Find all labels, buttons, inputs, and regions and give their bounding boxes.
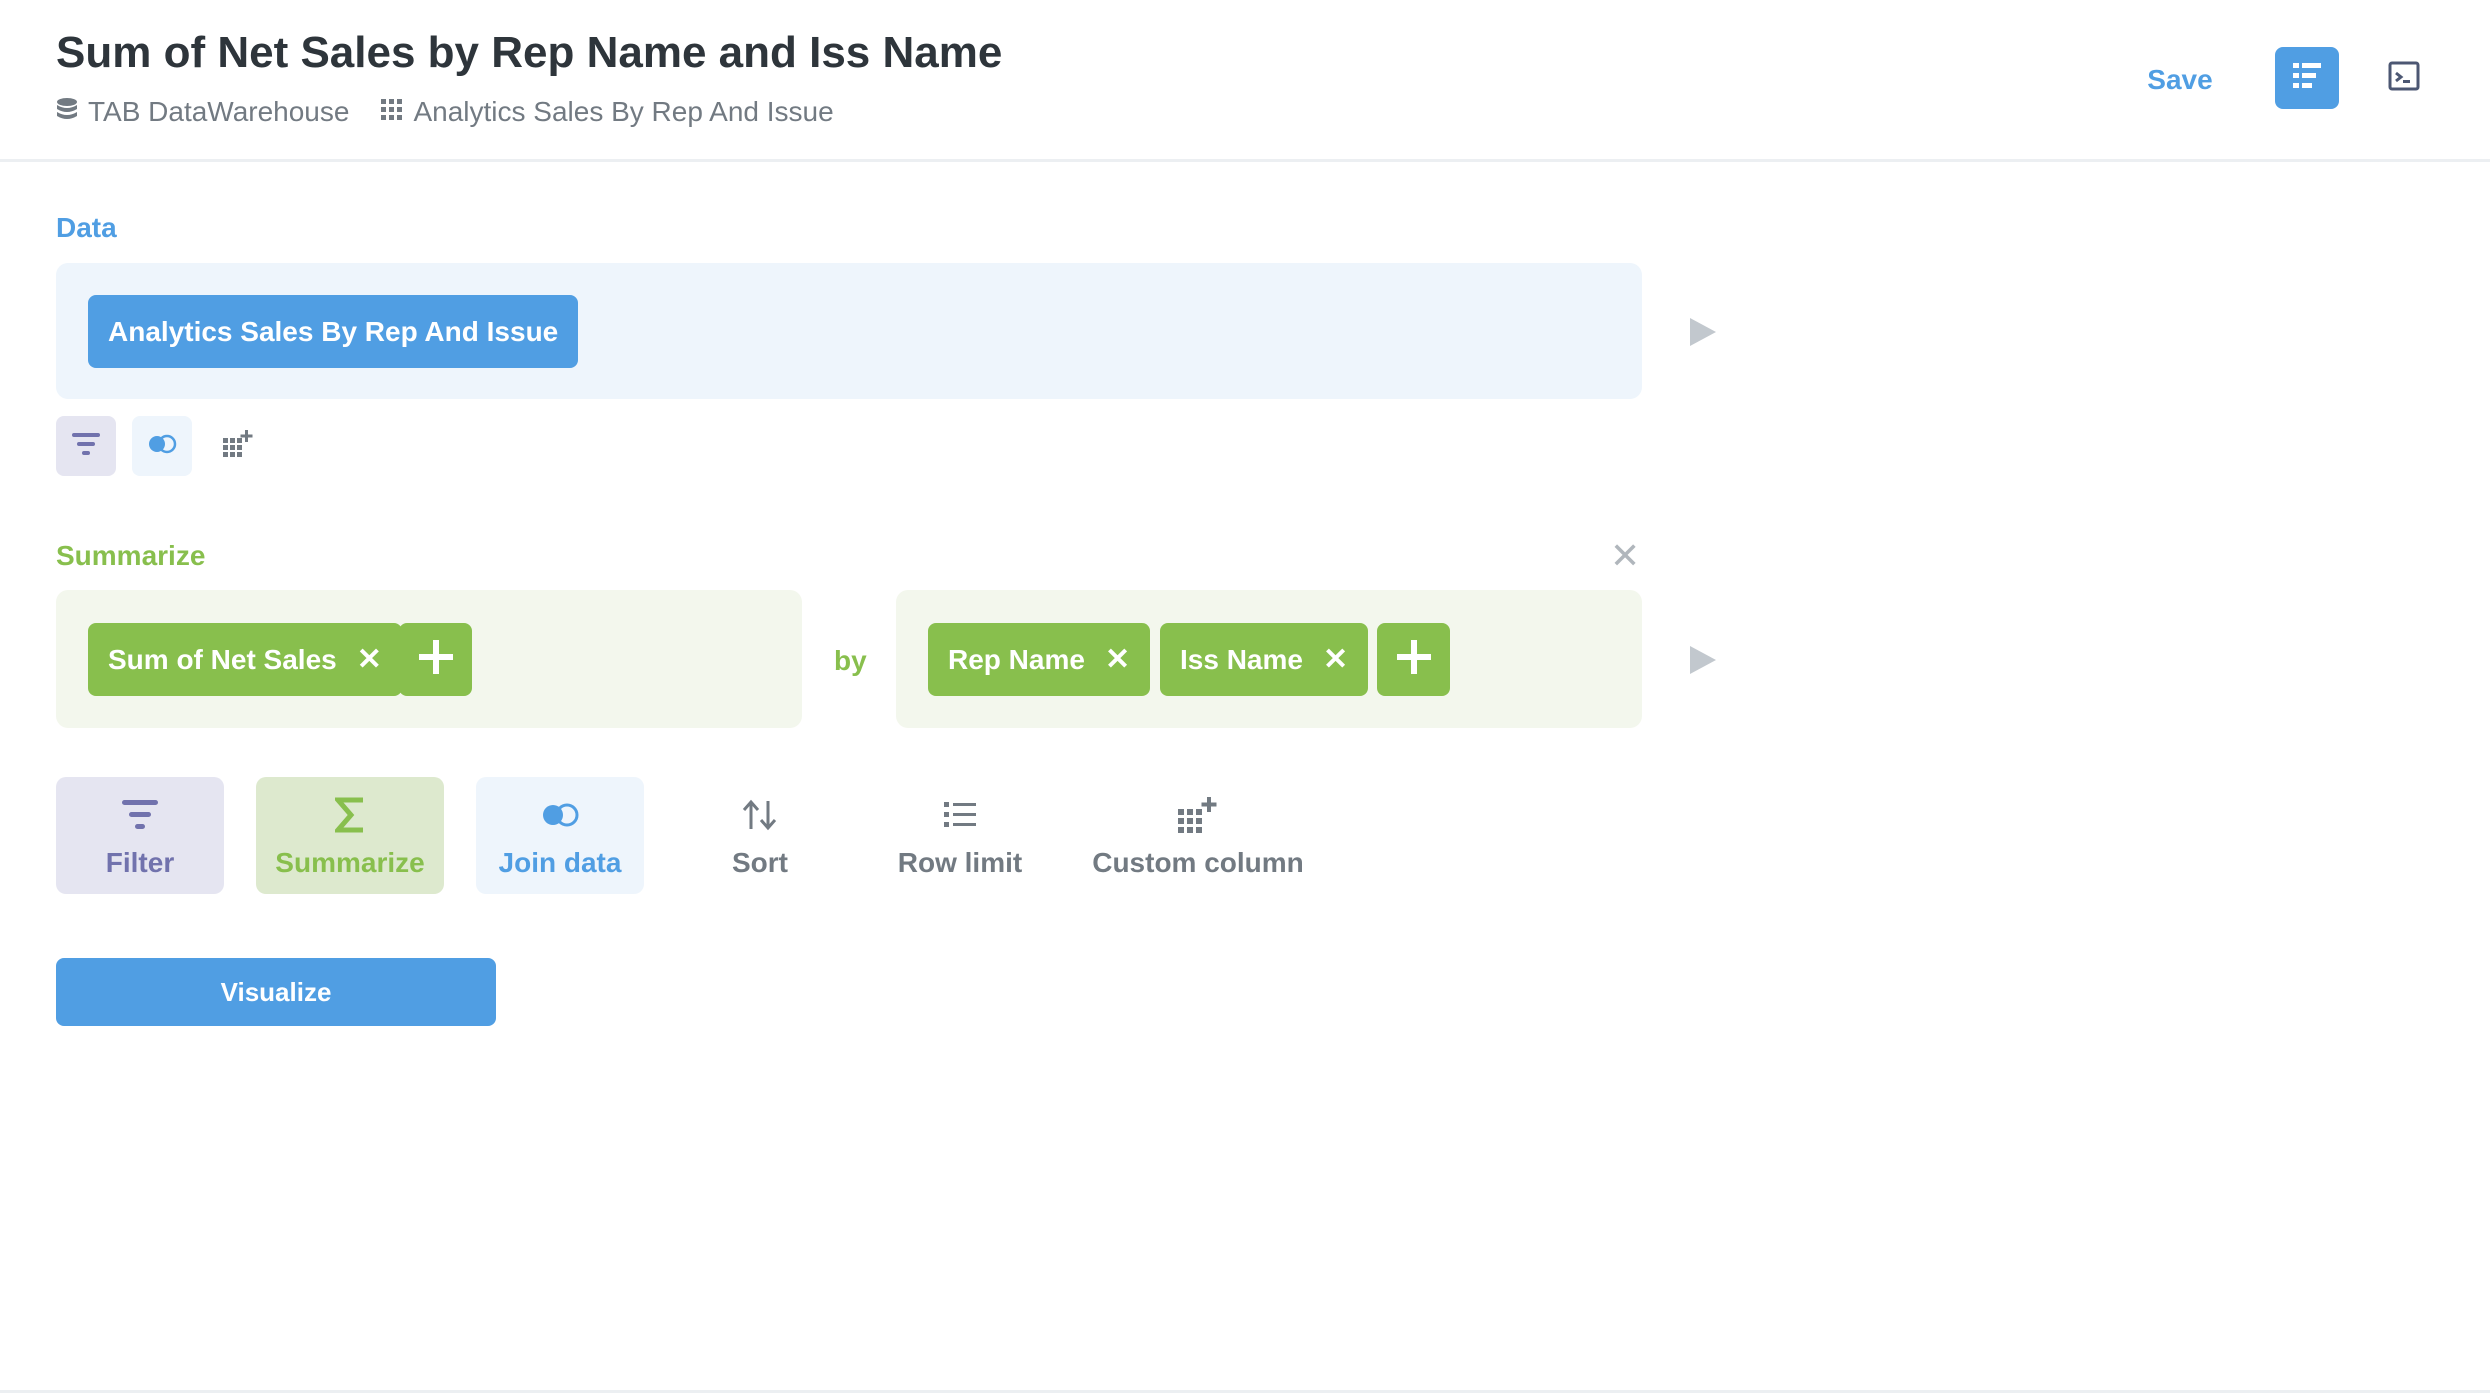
join-action-button[interactable]: Join data [476,777,644,894]
visualize-button[interactable]: Visualize [56,958,496,1026]
join-action-label: Join data [498,846,622,878]
table-name: Analytics Sales By Rep And Issue [413,96,834,127]
plus-icon [418,640,453,679]
add-metric-button[interactable] [399,623,472,696]
bottom-divider [0,1390,2490,1393]
add-breakout-button[interactable] [1377,623,1450,696]
database-name: TAB DataWarehouse [88,96,350,127]
database-icon [56,96,88,128]
data-step-join-button[interactable] [132,416,192,476]
remove-breakout-icon[interactable]: ✕ [1323,644,1348,675]
data-step-custom-column-button[interactable] [208,416,268,476]
remove-summarize-step-icon[interactable]: ✕ [1610,538,1640,574]
breakout-pill[interactable]: Iss Name ✕ [1160,623,1369,696]
source-table-pill[interactable]: Analytics Sales By Rep And Issue [88,295,579,368]
custom-column-action-label: Custom column [1092,846,1304,878]
sort-icon [741,793,779,837]
breadcrumb-database[interactable]: TAB DataWarehouse [56,96,349,128]
join-icon [147,434,177,459]
notebook-icon [2293,62,2321,94]
sigma-icon [335,793,365,837]
data-step-filter-button[interactable] [56,416,116,476]
breakout-pill[interactable]: Rep Name ✕ [928,623,1151,696]
add-column-icon [1178,793,1218,837]
data-step-label: Data [56,212,117,243]
metric-pill[interactable]: Sum of Net Sales ✕ [88,623,402,696]
add-column-icon [223,429,253,463]
filter-action-label: Filter [105,846,175,878]
plus-icon [1396,640,1431,679]
save-button[interactable]: Save [2132,56,2228,104]
filter-icon [122,793,158,837]
breakout-label: Rep Name [948,643,1085,675]
notebook-editor-toggle-button[interactable] [2275,47,2339,109]
terminal-icon [2388,61,2420,96]
query-header: Sum of Net Sales by Rep Name and Iss Nam… [0,0,2490,162]
filter-action-button[interactable]: Filter [56,777,224,894]
by-label: by [834,645,867,676]
summarize-step-label: Summarize [56,540,206,571]
remove-breakout-icon[interactable]: ✕ [1105,644,1130,675]
metric-label: Sum of Net Sales [108,643,337,675]
join-icon [540,793,580,837]
breadcrumb: TAB DataWarehouse Analytics Sales By Rep… [56,94,834,130]
table-grid-icon [381,96,413,128]
sort-action-button[interactable]: Sort [676,777,844,894]
view-sql-button[interactable] [2378,52,2430,104]
breakout-label: Iss Name [1180,643,1303,675]
list-icon [944,793,976,837]
data-step-preview-button[interactable] [1690,318,1716,346]
summarize-action-button[interactable]: Summarize [256,777,444,894]
breadcrumb-table[interactable]: Analytics Sales By Rep And Issue [381,96,834,128]
row-limit-action-button[interactable]: Row limit [876,777,1044,894]
sort-action-label: Sort [732,846,788,878]
custom-column-action-button[interactable]: Custom column [1076,777,1320,894]
summarize-action-label: Summarize [275,846,425,878]
row-limit-action-label: Row limit [897,846,1023,878]
filter-icon [72,432,100,460]
page-title: Sum of Net Sales by Rep Name and Iss Nam… [56,28,1003,77]
remove-metric-icon[interactable]: ✕ [357,644,382,675]
summarize-step-preview-button[interactable] [1690,646,1716,674]
